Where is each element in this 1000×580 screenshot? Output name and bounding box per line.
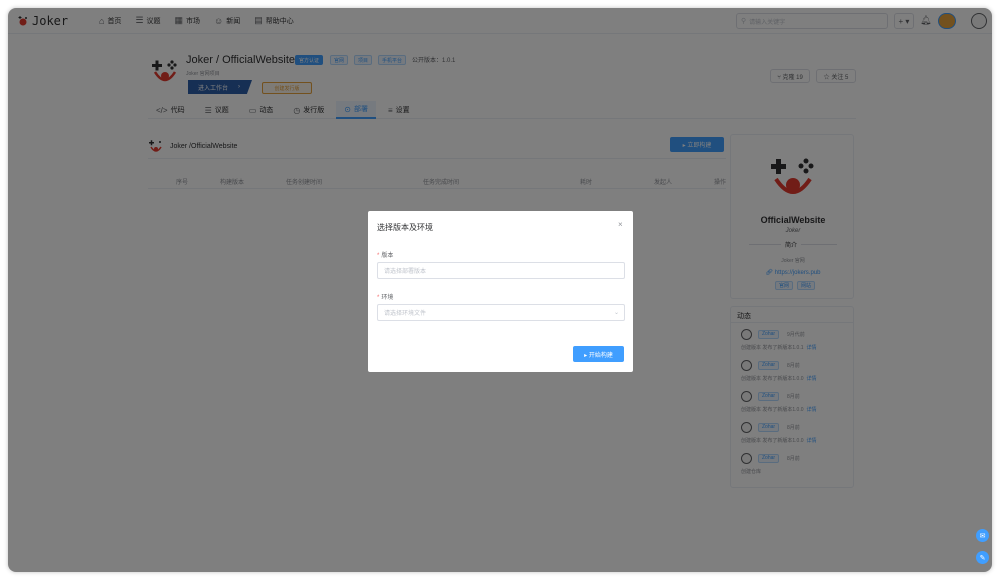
version-select[interactable]: 请选择部署版本 (377, 262, 625, 279)
select-version-dialog: 选择版本及环境 × * 版本 请选择部署版本 * 环境 请选择环境文件 ⌄ ▸ 开始… (368, 211, 633, 372)
version-label-text: 版本 (381, 253, 394, 259)
version-label: * 版本 (377, 253, 394, 259)
chevron-down-icon: ⌄ (613, 310, 619, 316)
feedback-icon[interactable]: ✎ (976, 551, 989, 564)
env-label: * 环境 (377, 295, 394, 301)
close-icon[interactable]: × (618, 220, 623, 229)
env-select[interactable]: 请选择环境文件 ⌄ (377, 304, 625, 321)
chat-icon[interactable]: ✉ (976, 529, 989, 542)
env-placeholder: 请选择环境文件 (384, 311, 427, 317)
version-placeholder: 请选择部署版本 (384, 269, 427, 275)
env-label-text: 环境 (381, 295, 394, 301)
start-build-button[interactable]: ▸ 开始构建 (573, 346, 624, 362)
app-window: Joker ⌂首页☰议题▦市场☺新闻▤帮助中心 ⚲ 请输入关键字 + ▾ 🔔︎ … (8, 8, 992, 572)
dialog-title: 选择版本及环境 (377, 223, 433, 232)
